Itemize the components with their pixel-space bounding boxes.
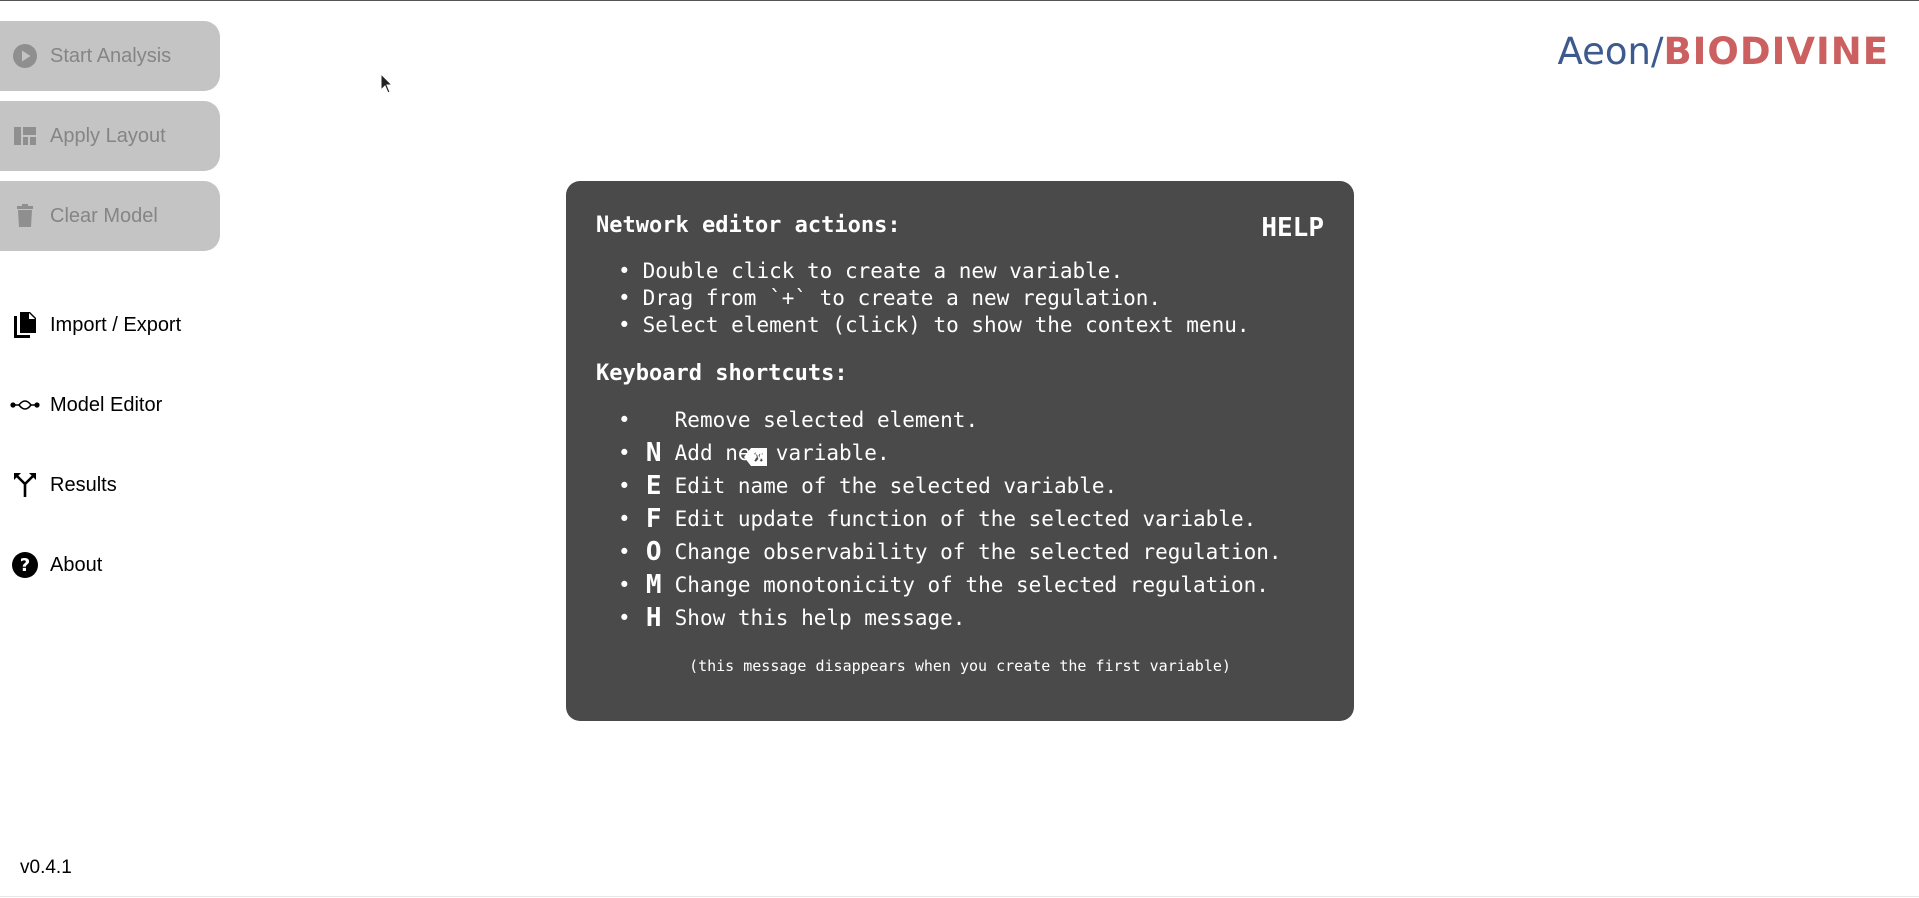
shortcut-item: • M Change monotonicity of the selected … <box>618 570 1269 600</box>
start-analysis-button[interactable]: Start Analysis <box>0 21 220 91</box>
shortcut-key: M <box>645 570 662 600</box>
apply-layout-button[interactable]: Apply Layout <box>0 101 220 171</box>
trash-icon <box>12 203 38 229</box>
clear-model-button[interactable]: Clear Model <box>0 181 220 251</box>
shortcut-text: Add new variable. <box>674 441 890 465</box>
shortcut-key: H <box>645 603 662 633</box>
shortcut-text: Edit name of the selected variable. <box>674 474 1118 498</box>
fork-icon <box>10 470 40 500</box>
shortcut-item: • Remove selected element. <box>618 404 1324 466</box>
network-icon <box>10 390 40 420</box>
nav-about[interactable]: ? About <box>0 543 220 587</box>
shortcut-item: • H Show this help message. <box>618 603 966 633</box>
file-copy-icon <box>10 310 40 340</box>
shortcut-text: Change observability of the selected reg… <box>674 540 1282 564</box>
shortcut-text: Show this help message. <box>674 606 966 630</box>
list-item: Drag from `+` to create a new regulation… <box>618 285 1324 312</box>
play-icon <box>12 43 38 69</box>
shortcut-text: Remove selected element. <box>674 408 979 432</box>
shortcut-text: Edit update function of the selected var… <box>674 507 1257 531</box>
nav-results[interactable]: Results <box>0 463 220 507</box>
logo-separator: / <box>1650 30 1664 73</box>
logo-biodivine: BIODIVINE <box>1663 30 1889 73</box>
shortcut-text: Change monotonicity of the selected regu… <box>674 573 1269 597</box>
shortcut-item: • O Change observability of the selected… <box>618 537 1282 567</box>
nav-model-editor-label: Model Editor <box>50 393 163 416</box>
backspace-icon <box>643 411 767 466</box>
actions-heading: Network editor actions: <box>596 213 901 238</box>
nav-results-label: Results <box>50 473 117 496</box>
nav-import-export[interactable]: Import / Export <box>0 303 220 347</box>
shortcut-key: F <box>645 504 662 534</box>
help-title: HELP <box>1261 213 1324 243</box>
clear-model-label: Clear Model <box>50 204 158 227</box>
nav-model-editor[interactable]: Model Editor <box>0 383 220 427</box>
help-panel: HELP Network editor actions: Double clic… <box>566 181 1354 721</box>
shortcuts-heading: Keyboard shortcuts: <box>596 361 848 386</box>
shortcut-key: E <box>645 471 662 501</box>
nav-import-export-label: Import / Export <box>50 313 182 336</box>
app-logo: Aeon/BIODIVINE <box>1557 30 1889 73</box>
layout-icon <box>12 123 38 149</box>
shortcuts-list: • Remove selected element. • N Add new v… <box>596 404 1324 635</box>
help-footnote: (this message disappears when you create… <box>689 657 1231 675</box>
list-item: Select element (click) to show the conte… <box>618 312 1324 339</box>
logo-aeon: Aeon <box>1557 30 1651 73</box>
actions-list: Double click to create a new variable. D… <box>596 258 1324 339</box>
shortcut-key: N <box>645 438 662 468</box>
shortcut-key: O <box>645 537 662 567</box>
shortcut-item: • E Edit name of the selected variable. <box>618 471 1118 501</box>
shortcut-item: • N Add new variable. <box>618 438 890 468</box>
bottom-border <box>0 896 1919 897</box>
version-label: v0.4.1 <box>20 857 72 878</box>
top-border <box>0 0 1919 1</box>
svg-text:?: ? <box>20 555 30 576</box>
list-item: Double click to create a new variable. <box>618 258 1324 285</box>
nav-about-label: About <box>50 553 103 576</box>
apply-layout-label: Apply Layout <box>50 124 166 147</box>
mouse-cursor-icon <box>380 72 394 100</box>
help-circle-icon: ? <box>10 550 40 580</box>
shortcut-item: • F Edit update function of the selected… <box>618 504 1257 534</box>
start-analysis-label: Start Analysis <box>50 44 172 67</box>
